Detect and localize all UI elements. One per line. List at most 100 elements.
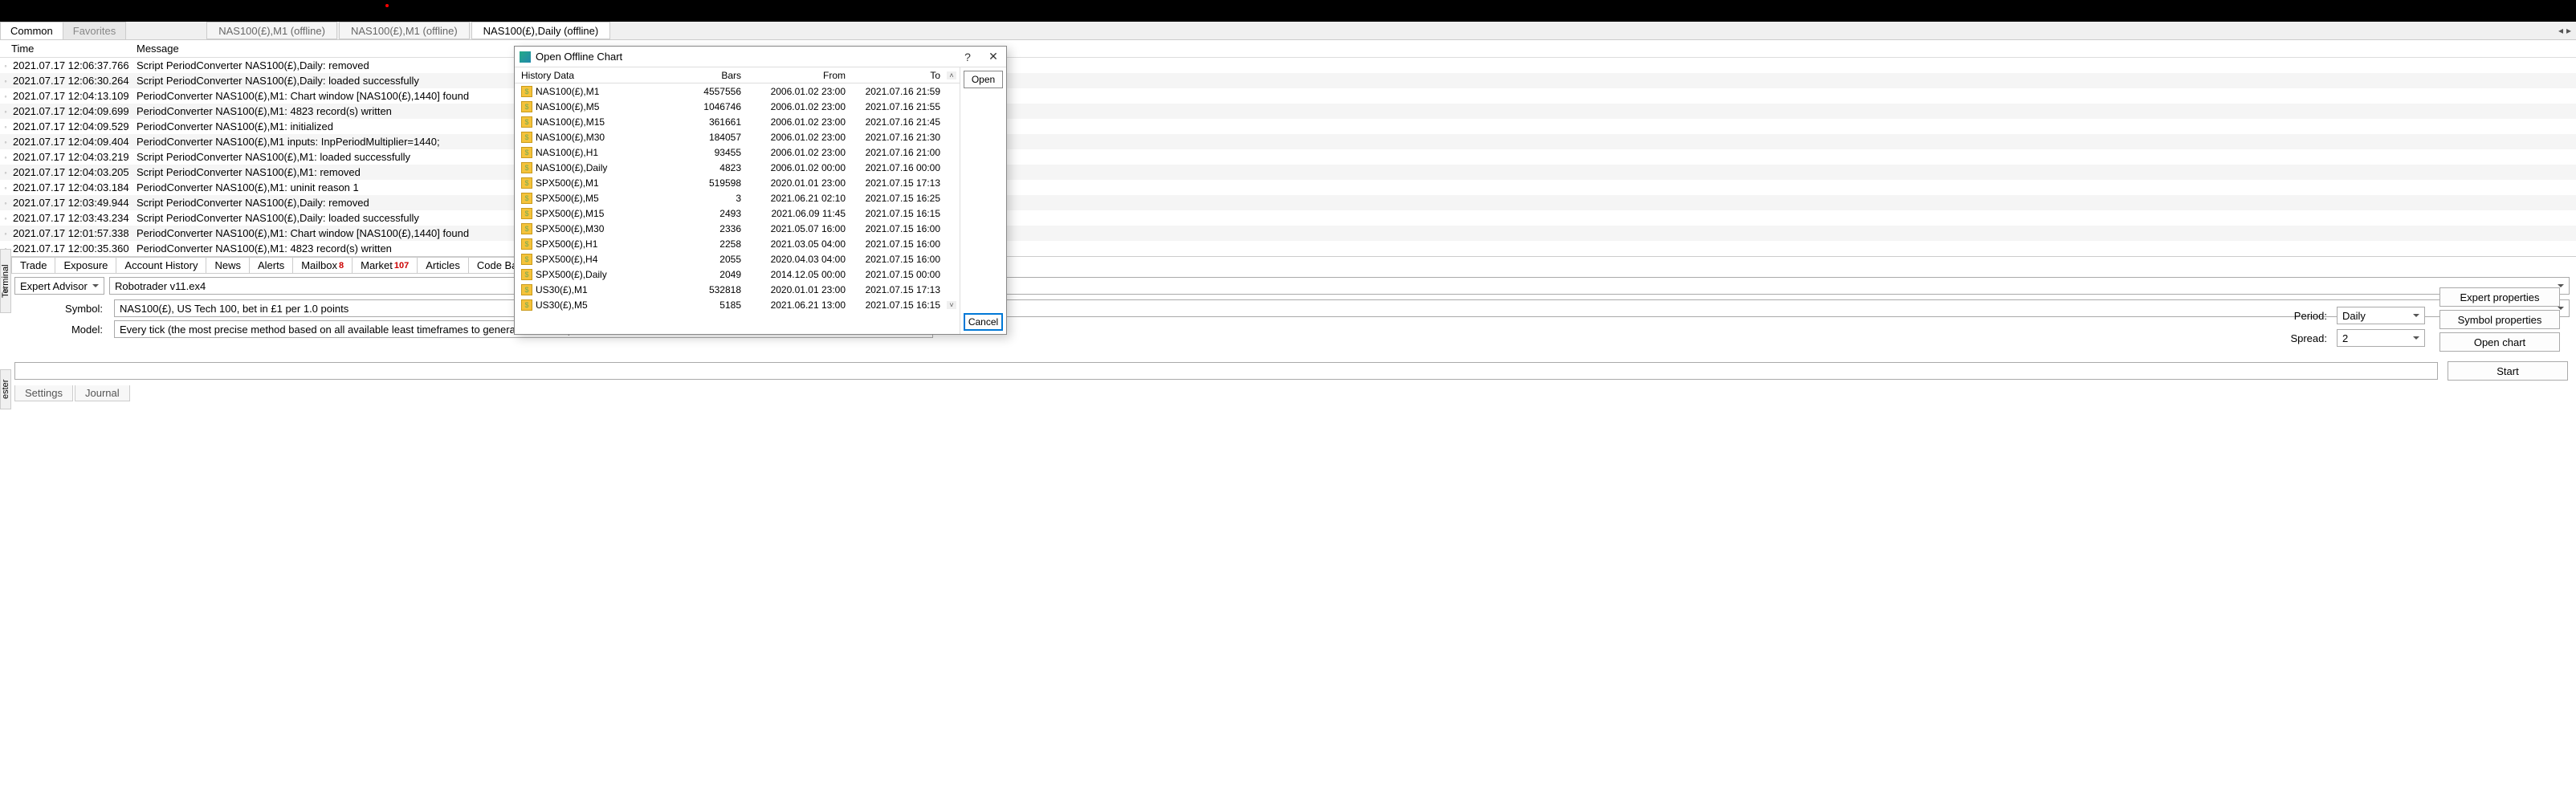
history-bars: 4557556 <box>675 86 748 97</box>
symbol-icon: $ <box>521 238 532 250</box>
tab-trade[interactable]: Trade <box>11 257 55 274</box>
history-row[interactable]: $SPX500(£),M1524932021.06.09 11:452021.0… <box>515 206 960 221</box>
start-button[interactable]: Start <box>2448 361 2568 381</box>
history-name: NAS100(£),H1 <box>536 147 598 158</box>
log-row[interactable]: ◦2021.07.17 12:06:37.766Script PeriodCon… <box>0 58 2576 73</box>
tab-news[interactable]: News <box>206 257 250 274</box>
tab-settings[interactable]: Settings <box>14 385 73 401</box>
history-name: SPX500(£),M30 <box>536 223 604 234</box>
tab-market[interactable]: Market 107 <box>352 257 418 274</box>
history-row[interactable]: $SPX500(£),M532021.06.21 02:102021.07.15… <box>515 190 960 206</box>
col-to[interactable]: To <box>852 70 947 81</box>
symbol-combo[interactable]: NAS100(£), US Tech 100, bet in £1 per 1.… <box>114 299 2570 317</box>
history-name: NAS100(£),Daily <box>536 162 607 173</box>
log-row[interactable]: ◦2021.07.17 12:06:30.264Script PeriodCon… <box>0 73 2576 88</box>
tab-exposure[interactable]: Exposure <box>55 257 116 274</box>
symbol-icon: $ <box>521 162 532 173</box>
history-row[interactable]: $NAS100(£),H1934552006.01.02 23:002021.0… <box>515 145 960 160</box>
log-row[interactable]: ◦2021.07.17 12:03:43.234Script PeriodCon… <box>0 210 2576 226</box>
terminal-panel-label[interactable]: Terminal <box>0 249 11 313</box>
col-history-data[interactable]: History Data <box>515 70 675 81</box>
period-combo[interactable]: Daily <box>2337 307 2425 324</box>
log-time: 2021.07.17 12:06:37.766 <box>11 59 137 71</box>
log-time: 2021.07.17 12:04:03.205 <box>11 166 137 178</box>
log-row[interactable]: ◦2021.07.17 12:04:09.404PeriodConverter … <box>0 134 2576 149</box>
log-message: PeriodConverter NAS100(£),M1: initialize… <box>137 120 2576 132</box>
history-row[interactable]: $NAS100(£),M145575562006.01.02 23:002021… <box>515 83 960 99</box>
app-icon <box>520 51 531 63</box>
chart-tab-next-icon[interactable]: ▸ <box>2566 25 2571 36</box>
log-row[interactable]: ◦2021.07.17 12:00:35.360PeriodConverter … <box>0 241 2576 256</box>
spread-label: Spread: <box>2290 332 2327 344</box>
expert-properties-button[interactable]: Expert properties <box>2439 287 2560 307</box>
dialog-cancel-button[interactable]: Cancel <box>964 313 1003 331</box>
log-row[interactable]: ◦2021.07.17 12:03:49.944Script PeriodCon… <box>0 195 2576 210</box>
log-bullet-icon: ◦ <box>0 77 11 85</box>
history-name: SPX500(£),M15 <box>536 208 604 219</box>
tab-common[interactable]: Common <box>0 22 63 39</box>
history-row[interactable]: $SPX500(£),M3023362021.05.07 16:002021.0… <box>515 221 960 236</box>
history-bars: 184057 <box>675 132 748 143</box>
dialog-titlebar[interactable]: Open Offline Chart ? ✕ <box>515 47 1006 67</box>
history-row[interactable]: $NAS100(£),M301840572006.01.02 23:002021… <box>515 129 960 145</box>
log-row[interactable]: ◦2021.07.17 12:01:57.338PeriodConverter … <box>0 226 2576 241</box>
history-row[interactable]: $NAS100(£),M153616612006.01.02 23:002021… <box>515 114 960 129</box>
tab-journal[interactable]: Journal <box>75 385 130 401</box>
history-row[interactable]: $US30(£),M551852021.06.21 13:002021.07.1… <box>515 297 960 312</box>
history-name: NAS100(£),M30 <box>536 132 605 143</box>
symbol-properties-button[interactable]: Symbol properties <box>2439 310 2560 329</box>
log-row[interactable]: ◦2021.07.17 12:04:03.205Script PeriodCon… <box>0 165 2576 180</box>
col-from[interactable]: From <box>748 70 852 81</box>
col-bars[interactable]: Bars <box>675 70 748 81</box>
log-message: PeriodConverter NAS100(£),M1: Chart wind… <box>137 90 2576 102</box>
history-bars: 2336 <box>675 223 748 234</box>
spread-combo[interactable]: 2 <box>2337 329 2425 347</box>
tester-tabs: Settings Journal <box>14 385 130 401</box>
chart-tab-prev-icon[interactable]: ◂ <box>2558 25 2563 36</box>
tab-alerts[interactable]: Alerts <box>249 257 293 274</box>
history-to: 2021.07.15 16:00 <box>852 254 947 265</box>
tab-account-history[interactable]: Account History <box>116 257 206 274</box>
history-row[interactable]: $NAS100(£),Daily48232006.01.02 00:002021… <box>515 160 960 175</box>
history-row[interactable]: $US30(£),M15328182020.01.01 23:002021.07… <box>515 282 960 297</box>
scroll-track[interactable]: ˅ <box>947 301 956 309</box>
tab-articles[interactable]: Articles <box>417 257 469 274</box>
history-to: 2021.07.15 17:13 <box>852 284 947 295</box>
log-row[interactable]: ◦2021.07.17 12:04:03.184PeriodConverter … <box>0 180 2576 195</box>
tab-mailbox[interactable]: Mailbox 8 <box>292 257 353 274</box>
dialog-close-button[interactable]: ✕ <box>980 50 1006 63</box>
chart-tab-2[interactable]: NAS100(£),Daily (offline) <box>471 22 611 39</box>
history-name: NAS100(£),M5 <box>536 101 599 112</box>
log-row[interactable]: ◦2021.07.17 12:04:03.219Script PeriodCon… <box>0 149 2576 165</box>
dialog-help-button[interactable]: ? <box>955 51 980 63</box>
tester-type-select[interactable]: Expert Advisor <box>14 277 104 295</box>
history-row[interactable]: $SPX500(£),H122582021.03.05 04:002021.07… <box>515 236 960 251</box>
history-row[interactable]: $SPX500(£),H420552020.04.03 04:002021.07… <box>515 251 960 267</box>
history-from: 2014.12.05 00:00 <box>748 269 852 280</box>
open-chart-button[interactable]: Open chart <box>2439 332 2560 352</box>
period-label: Period: <box>2294 310 2327 322</box>
log-col-message[interactable]: Message <box>137 43 2576 55</box>
tester-close-icon[interactable]: ✕ <box>2 285 9 295</box>
history-to: 2021.07.16 21:59 <box>852 86 947 97</box>
dialog-open-button[interactable]: Open <box>964 71 1003 88</box>
history-row[interactable]: $NAS100(£),M510467462006.01.02 23:002021… <box>515 99 960 114</box>
symbol-icon: $ <box>521 284 532 295</box>
history-row[interactable]: $SPX500(£),M15195982020.01.01 23:002021.… <box>515 175 960 190</box>
log-bullet-icon: ◦ <box>0 184 11 192</box>
symbol-icon: $ <box>521 299 532 311</box>
history-bars: 93455 <box>675 147 748 158</box>
scroll-up-icon[interactable]: ˄ <box>947 71 956 79</box>
chart-tab-1[interactable]: NAS100(£),M1 (offline) <box>339 22 470 39</box>
tester-panel-label[interactable]: ester <box>0 369 11 409</box>
log-row[interactable]: ◦2021.07.17 12:04:09.529PeriodConverter … <box>0 119 2576 134</box>
history-bars: 1046746 <box>675 101 748 112</box>
tab-favorites[interactable]: Favorites <box>63 22 126 39</box>
log-bullet-icon: ◦ <box>0 214 11 222</box>
log-row[interactable]: ◦2021.07.17 12:04:13.109PeriodConverter … <box>0 88 2576 104</box>
log-col-time[interactable]: Time <box>0 43 137 55</box>
log-row[interactable]: ◦2021.07.17 12:04:09.699PeriodConverter … <box>0 104 2576 119</box>
chart-tab-0[interactable]: NAS100(£),M1 (offline) <box>206 22 337 39</box>
tester-ea-combo[interactable]: Robotrader v11.ex4 <box>109 277 2570 295</box>
history-row[interactable]: $SPX500(£),Daily20492014.12.05 00:002021… <box>515 267 960 282</box>
